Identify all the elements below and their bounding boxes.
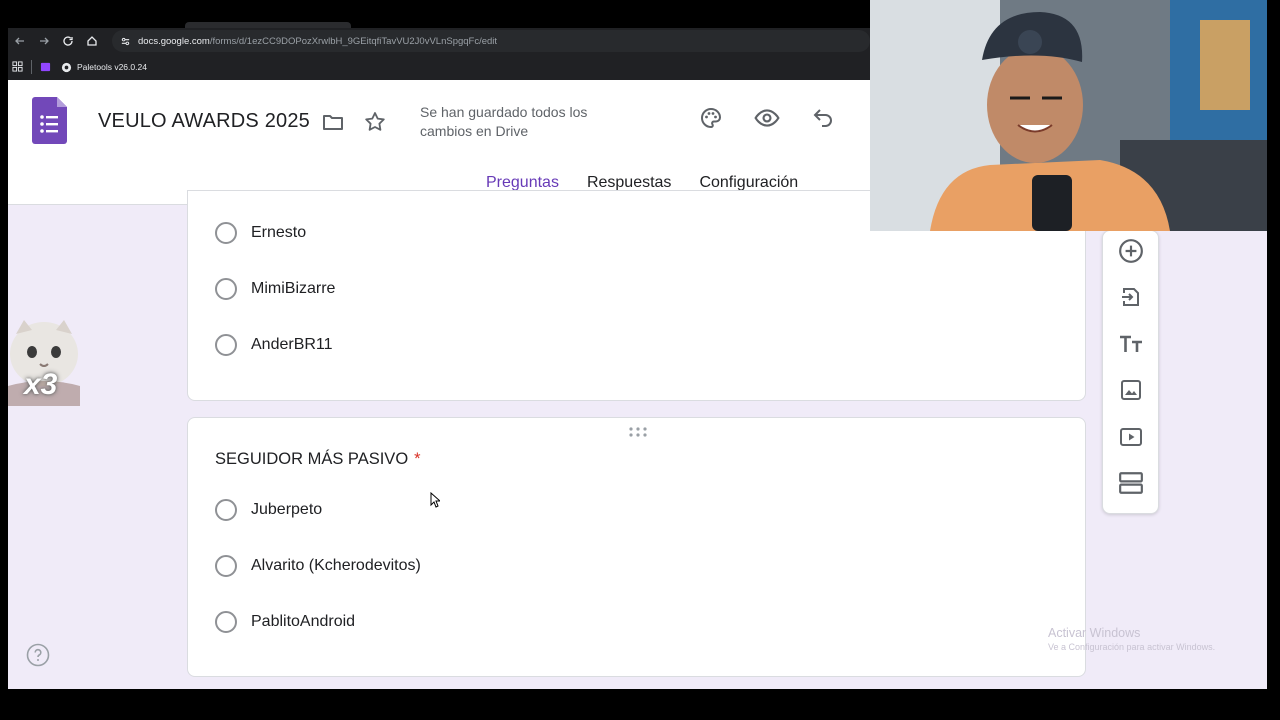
watermark-title: Activar Windows xyxy=(1048,626,1141,640)
mouse-cursor-icon xyxy=(430,492,440,508)
radio-option[interactable]: PablitoAndroid xyxy=(215,611,355,633)
radio-option[interactable]: Alvarito (Kcherodevitos) xyxy=(215,555,421,577)
back-icon[interactable] xyxy=(8,29,32,53)
option-label: AnderBR11 xyxy=(251,336,333,353)
radio-button[interactable] xyxy=(215,222,237,244)
add-title-icon[interactable] xyxy=(1117,330,1145,358)
bookmark-separator xyxy=(31,60,32,74)
import-questions-icon[interactable] xyxy=(1117,283,1145,311)
undo-icon[interactable] xyxy=(809,104,837,132)
twitch-icon xyxy=(40,62,51,71)
bookmarks-bar: Paletools v26.0.24 xyxy=(8,54,870,80)
watermark-subtitle: Ve a Configuración para activar Windows. xyxy=(1048,642,1216,652)
drag-handle-icon[interactable] xyxy=(628,426,648,438)
bottom-bar xyxy=(0,689,1280,720)
save-status: Se han guardado todos los cambios en Dri… xyxy=(420,104,588,139)
floating-toolbar xyxy=(1102,230,1159,514)
required-marker: * xyxy=(414,450,421,468)
palette-icon[interactable] xyxy=(697,104,725,132)
add-section-icon[interactable] xyxy=(1117,469,1145,497)
radio-button[interactable] xyxy=(215,611,237,633)
help-icon[interactable] xyxy=(26,643,50,667)
question-title[interactable]: SEGUIDOR MÁS PASIVO * xyxy=(215,450,421,469)
bookmark-label: Paletools v26.0.24 xyxy=(77,62,147,72)
home-icon[interactable] xyxy=(80,29,104,53)
url-domain: docs.google.com xyxy=(138,35,210,47)
preview-icon[interactable] xyxy=(753,104,781,132)
reload-icon[interactable] xyxy=(56,29,80,53)
option-label: PablitoAndroid xyxy=(251,613,356,630)
add-image-icon[interactable] xyxy=(1117,376,1145,404)
webcam-overlay xyxy=(870,0,1267,231)
paletools-bookmark[interactable]: Paletools v26.0.24 xyxy=(61,62,147,73)
url-path: /forms/d/1ezCC9DOPozXrwlbH_9GEitqfiTavVU… xyxy=(209,35,498,47)
url-row: docs.google.com/forms/d/1ezCC9DOPozXrwlb… xyxy=(8,28,870,54)
sticker-text: x3 xyxy=(24,368,58,401)
star-icon[interactable] xyxy=(361,108,389,136)
option-label: MimiBizarre xyxy=(251,280,336,297)
radio-button[interactable] xyxy=(215,334,237,356)
radio-button[interactable] xyxy=(215,278,237,300)
cat-sticker: x3 xyxy=(8,316,80,406)
forward-icon[interactable] xyxy=(32,29,56,53)
question-card[interactable]: SEGUIDOR MÁS PASIVO * Juberpeto Alvarito … xyxy=(187,417,1086,677)
apps-icon[interactable] xyxy=(12,60,23,74)
radio-button[interactable] xyxy=(215,499,237,521)
address-bar[interactable]: docs.google.com/forms/d/1ezCC9DOPozXrwlb… xyxy=(112,30,870,52)
add-video-icon[interactable] xyxy=(1117,423,1145,451)
google-forms-logo[interactable] xyxy=(32,97,67,144)
question-title-text: SEGUIDOR MÁS PASIVO xyxy=(215,450,409,468)
folder-icon[interactable] xyxy=(319,108,347,136)
globe-icon xyxy=(61,62,72,72)
form-title[interactable]: VEULO AWARDS 2025 xyxy=(98,110,310,133)
option-label: Alvarito (Kcherodevitos) xyxy=(251,557,421,574)
option-label: Ernesto xyxy=(251,224,307,241)
radio-button[interactable] xyxy=(215,555,237,577)
radio-option[interactable]: Ernesto xyxy=(215,222,306,244)
radio-option[interactable]: AnderBR11 xyxy=(215,334,333,356)
form-header: VEULO AWARDS 2025 Se han guardado todos … xyxy=(8,80,870,205)
radio-option[interactable]: MimiBizarre xyxy=(215,278,335,300)
twitch-bookmark[interactable] xyxy=(40,62,51,73)
browser-chrome: docs.google.com/forms/d/1ezCC9DOPozXrwlb… xyxy=(8,28,870,80)
site-info-icon[interactable] xyxy=(120,35,132,47)
option-label: Juberpeto xyxy=(251,501,323,518)
add-question-icon[interactable] xyxy=(1117,237,1145,265)
windows-activation-watermark: Activar Windows Ve a Configuración para … xyxy=(1048,626,1215,652)
radio-option[interactable]: Juberpeto xyxy=(215,499,322,521)
